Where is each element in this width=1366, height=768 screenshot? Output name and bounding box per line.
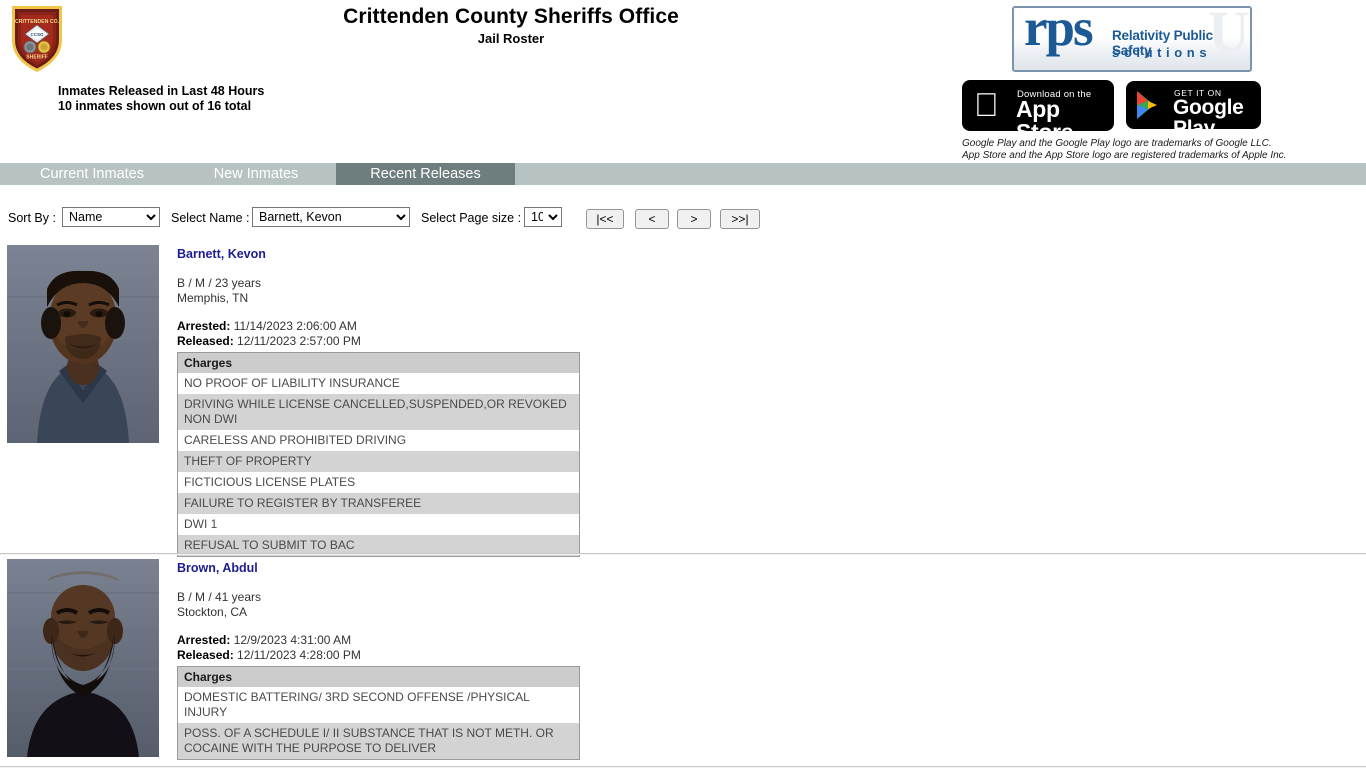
google-play-label: Google Play: [1173, 96, 1244, 129]
charges-header-cell: Charges: [177, 352, 580, 373]
rps-logo: US rps Relativity Public Safety solution…: [1012, 6, 1252, 72]
charges-table: Charges DOMESTIC BATTERING/ 3RD SECOND O…: [177, 666, 580, 760]
select-name-dropdown[interactable]: Barnett, Kevon: [252, 207, 410, 227]
table-row: POSS. OF A SCHEDULE I/ II SUBSTANCE THAT…: [177, 723, 580, 760]
inmate-dates: Arrested: 12/9/2023 4:31:00 AM Released:…: [177, 633, 580, 662]
charges-header-cell: Charges: [177, 666, 580, 687]
google-play-button[interactable]: GET IT ON Google Play: [1126, 81, 1261, 129]
charges-header-row: Charges: [177, 352, 580, 373]
select-name-label: Select Name :: [171, 211, 250, 225]
record-divider: [0, 553, 1366, 555]
inmate-location: Memphis, TN: [177, 290, 249, 305]
table-row: THEFT OF PROPERTY: [177, 451, 580, 472]
released-value: 12/11/2023 2:57:00 PM: [237, 333, 361, 348]
trademark-line-2: App Store and the App Store logo are reg…: [962, 149, 1287, 161]
rps-wordmark: rps: [1024, 6, 1094, 57]
mugshot-photo: [7, 559, 159, 757]
arrested-value: 11/14/2023 2:06:00 AM: [233, 319, 357, 333]
released-label: Released:: [177, 333, 234, 348]
page-title: Crittenden County Sheriffs Office: [343, 5, 679, 28]
charges-table: Charges NO PROOF OF LIABILITY INSURANCE …: [177, 352, 580, 557]
table-row: NO PROOF OF LIABILITY INSURANCE: [177, 373, 580, 394]
inmate-details: Barnett, Kevon B / M / 23 years Memphis,…: [177, 245, 580, 557]
roster-count-summary: Inmates Released in Last 48 Hours 10 inm…: [58, 84, 264, 114]
charge-cell: DRIVING WHILE LICENSE CANCELLED,SUSPENDE…: [177, 394, 580, 430]
inmate-location: Stockton, CA: [177, 604, 248, 619]
inmate-name-link[interactable]: Barnett, Kevon: [177, 247, 266, 262]
inmate-race-sex-age: B / M / 23 years: [177, 276, 262, 290]
table-row: FICTICIOUS LICENSE PLATES: [177, 472, 580, 493]
count-line-2: 10 inmates shown out of 16 total: [58, 99, 252, 113]
rps-tagline-line2: solutions: [1112, 45, 1212, 60]
inmate-demographics: B / M / 23 years Memphis, TN: [177, 276, 580, 305]
charge-cell: CARELESS AND PROHIBITED DRIVING: [177, 430, 580, 451]
svg-text:SHERIFF: SHERIFF: [26, 55, 47, 61]
count-line-1: Inmates Released in Last 48 Hours: [58, 84, 265, 98]
charge-cell: DWI 1: [177, 514, 580, 535]
jail-roster-page: CRITTENDEN CO. CCSO SHERIFF Crittenden C…: [0, 0, 1366, 768]
app-store-label: App Store: [1016, 96, 1074, 132]
page-title-block: Crittenden County Sheriffs Office Jail R…: [0, 4, 1022, 48]
app-store-button[interactable]:  Download on the App Store: [962, 80, 1114, 131]
inmate-dates: Arrested: 11/14/2023 2:06:00 AM Released…: [177, 319, 580, 348]
tab-current-inmates[interactable]: Current Inmates: [8, 163, 176, 185]
table-row: CARELESS AND PROHIBITED DRIVING: [177, 430, 580, 451]
sort-by-label: Sort By :: [8, 211, 56, 225]
released-row: Released: 12/11/2023 2:57:00 PM: [177, 334, 580, 349]
arrested-row: Arrested: 12/9/2023 4:31:00 AM: [177, 633, 580, 648]
pagination-first-button[interactable]: |<<: [586, 209, 624, 229]
page-header: CRITTENDEN CO. CCSO SHERIFF Crittenden C…: [0, 0, 1366, 162]
apple-logo-icon: : [974, 88, 999, 121]
released-label: Released:: [177, 647, 234, 662]
tab-new-inmates[interactable]: New Inmates: [176, 163, 336, 185]
pagination-prev-button[interactable]: <: [635, 209, 669, 229]
page-subtitle: Jail Roster: [477, 31, 545, 46]
inmate-race-sex-age: B / M / 41 years: [177, 590, 262, 604]
charge-cell: DOMESTIC BATTERING/ 3RD SECOND OFFENSE /…: [177, 687, 580, 723]
arrested-label: Arrested:: [177, 319, 231, 333]
table-row: DWI 1: [177, 514, 580, 535]
arrested-label: Arrested:: [177, 633, 231, 647]
arrested-row: Arrested: 11/14/2023 2:06:00 AM: [177, 319, 580, 334]
charge-cell: POSS. OF A SCHEDULE I/ II SUBSTANCE THAT…: [177, 723, 580, 760]
roster-tabs: Current Inmates New Inmates Recent Relea…: [0, 163, 1366, 185]
store-trademark-notice: Google Play and the Google Play logo are…: [962, 138, 1286, 161]
charge-cell: THEFT OF PROPERTY: [177, 451, 580, 472]
tab-recent-releases[interactable]: Recent Releases: [336, 163, 515, 185]
page-size-label: Select Page size :: [421, 211, 522, 225]
pagination-next-button[interactable]: >: [677, 209, 711, 229]
released-row: Released: 12/11/2023 4:28:00 PM: [177, 648, 580, 663]
mugshot-photo: [7, 245, 159, 443]
charge-cell: NO PROOF OF LIABILITY INSURANCE: [177, 373, 580, 394]
charges-header-row: Charges: [177, 666, 580, 687]
inmate-details: Brown, Abdul B / M / 41 years Stockton, …: [177, 559, 580, 760]
trademark-line-1: Google Play and the Google Play logo are…: [962, 138, 1272, 149]
sort-by-select[interactable]: Name: [62, 207, 160, 227]
table-row: DOMESTIC BATTERING/ 3RD SECOND OFFENSE /…: [177, 687, 580, 723]
table-row: DRIVING WHILE LICENSE CANCELLED,SUSPENDE…: [177, 394, 580, 430]
inmate-name-link[interactable]: Brown, Abdul: [177, 561, 258, 576]
page-size-select[interactable]: 10: [524, 207, 562, 227]
arrested-value: 12/9/2023 4:31:00 AM: [233, 633, 352, 647]
inmate-demographics: B / M / 41 years Stockton, CA: [177, 590, 580, 619]
charge-cell: FICTICIOUS LICENSE PLATES: [177, 472, 580, 493]
table-row: FAILURE TO REGISTER BY TRANSFEREE: [177, 493, 580, 514]
released-value: 12/11/2023 4:28:00 PM: [237, 647, 361, 662]
pagination-last-button[interactable]: >>|: [720, 209, 760, 229]
charge-cell: FAILURE TO REGISTER BY TRANSFEREE: [177, 493, 580, 514]
